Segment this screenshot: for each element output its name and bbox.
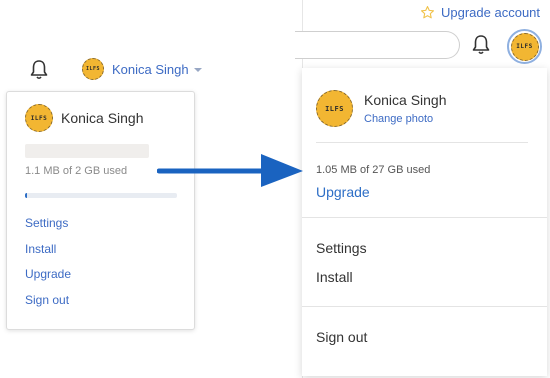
sign-out-item[interactable]: Sign out [316,329,367,345]
storage-usage-text: 1.05 MB of 27 GB used [316,164,431,176]
menu-header: ILFS Konica Singh [25,104,144,132]
divider [302,217,547,218]
upgrade-link[interactable]: Upgrade [25,267,71,281]
star-icon [421,6,434,19]
storage-progress-bar [25,193,177,198]
user-name: Konica Singh [112,61,189,77]
account-dropdown-old: ILFS Konica Singh 1.1 MB of 2 GB used Se… [6,91,195,330]
user-menu-button[interactable]: ILFS Konica Singh [82,58,202,80]
account-avatar-button[interactable]: ILFS [507,29,542,64]
change-photo-link[interactable]: Change photo [364,113,447,125]
upgrade-account-button[interactable]: Upgrade account [420,5,540,20]
settings-item[interactable]: Settings [316,240,367,256]
menu-header: ILFS Konica Singh Change photo [316,90,447,127]
bell-icon[interactable] [29,59,49,81]
storage-progress-fill [25,193,28,198]
upgrade-account-label: Upgrade account [441,5,541,20]
settings-link[interactable]: Settings [25,216,68,230]
search-input[interactable] [295,31,460,59]
account-dropdown-new: ILFS Konica Singh Change photo 1.05 MB o… [302,68,547,376]
install-link[interactable]: Install [25,242,56,256]
avatar: ILFS [510,32,539,61]
avatar: ILFS [82,58,104,80]
divider [316,142,528,143]
upgrade-link[interactable]: Upgrade [316,184,370,200]
arrow-right-icon [157,154,303,187]
user-name: Konica Singh [364,92,447,108]
storage-usage-text: 1.1 MB of 2 GB used [25,165,128,177]
install-item[interactable]: Install [316,269,353,285]
blurred-text [25,144,149,158]
bell-icon[interactable] [471,34,491,56]
avatar: ILFS [316,90,353,127]
divider [302,306,547,307]
caret-down-icon [193,68,202,72]
user-name: Konica Singh [61,110,144,126]
avatar: ILFS [25,104,53,132]
sign-out-link[interactable]: Sign out [25,293,69,307]
